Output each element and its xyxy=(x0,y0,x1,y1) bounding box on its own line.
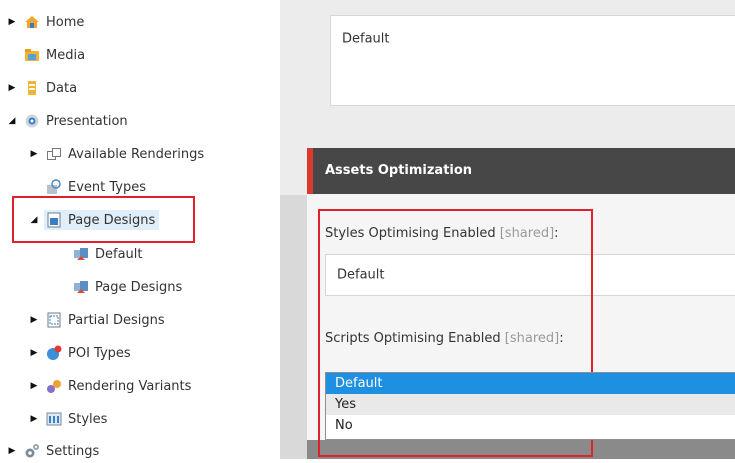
section-header-assets-optimization[interactable]: Assets Optimization xyxy=(307,148,735,194)
media-folder-icon xyxy=(24,47,40,63)
styles-icon xyxy=(46,411,62,427)
tree-item-label: Data xyxy=(46,80,78,96)
panel-gutter xyxy=(280,195,307,459)
selected-tree-item[interactable]: Page Designs xyxy=(44,210,160,230)
expand-arrow-icon[interactable]: ▶ xyxy=(6,17,18,27)
tree-item-rendering-variants[interactable]: ▶ Rendering Variants xyxy=(28,375,192,397)
scripts-optimising-label: Scripts Optimising Enabled [shared]: xyxy=(325,331,564,346)
tree-item-home[interactable]: ▶ Home xyxy=(6,11,85,33)
styles-optimising-select[interactable]: Default xyxy=(325,254,735,296)
styles-optimising-label: Styles Optimising Enabled [shared]: xyxy=(325,226,559,241)
tree-item-default[interactable]: ▶ Default xyxy=(55,243,143,265)
settings-gear-icon xyxy=(24,443,40,459)
tree-item-label: Rendering Variants xyxy=(68,378,192,394)
tree-item-page-designs[interactable]: ◢ Page Designs xyxy=(28,209,160,231)
expand-arrow-icon[interactable]: ▶ xyxy=(28,149,40,159)
tree-item-label: Page Designs xyxy=(68,212,156,228)
section-title: Assets Optimization xyxy=(325,163,473,178)
collapse-arrow-icon[interactable]: ◢ xyxy=(28,215,40,225)
expand-arrow-icon[interactable]: ▶ xyxy=(28,348,40,358)
top-field-value: Default xyxy=(342,31,390,47)
expand-arrow-icon[interactable]: ▶ xyxy=(28,315,40,325)
tree-item-label: Partial Designs xyxy=(68,312,165,328)
tree-item-label: Default xyxy=(95,246,143,262)
rendering-variants-icon xyxy=(46,378,62,394)
content-tree: ▶ Home ▶ Media ▶ Data ◢ Presentation ▶ A… xyxy=(0,0,280,459)
next-section-header xyxy=(307,440,735,459)
collapse-arrow-icon[interactable]: ◢ xyxy=(6,116,18,126)
tree-item-label: POI Types xyxy=(68,345,131,361)
event-types-icon xyxy=(46,179,62,195)
shared-tag: [shared] xyxy=(504,331,560,346)
page-design-icon xyxy=(46,212,62,228)
expand-arrow-icon[interactable]: ▶ xyxy=(28,414,40,424)
shared-tag: [shared] xyxy=(499,226,555,241)
tree-item-label: Home xyxy=(46,14,85,30)
page-design-item-icon xyxy=(73,246,89,262)
tree-item-label: Styles xyxy=(68,411,108,427)
top-field-select[interactable]: Default xyxy=(330,15,735,63)
tree-item-label: Settings xyxy=(46,443,100,459)
tree-item-label: Available Renderings xyxy=(68,146,205,162)
tree-item-label: Event Types xyxy=(68,179,147,195)
partial-design-icon xyxy=(46,312,62,328)
presentation-eye-icon xyxy=(24,113,40,129)
styles-optimising-value: Default xyxy=(337,267,385,283)
tree-item-media[interactable]: ▶ Media xyxy=(6,44,85,66)
tree-item-label: Presentation xyxy=(46,113,128,129)
option-default[interactable]: Default xyxy=(326,373,735,394)
scripts-optimising-listbox[interactable]: Default Yes No xyxy=(325,372,735,440)
renderings-icon xyxy=(46,146,62,162)
top-field-empty[interactable] xyxy=(330,62,735,106)
expand-arrow-icon[interactable]: ▶ xyxy=(6,446,18,456)
tree-item-page-designs-child[interactable]: ▶ Page Designs xyxy=(55,276,182,298)
expand-arrow-icon[interactable]: ▶ xyxy=(6,83,18,93)
tree-item-label: Media xyxy=(46,47,86,63)
home-icon xyxy=(24,14,40,30)
page-design-item-icon xyxy=(73,279,89,295)
poi-types-icon xyxy=(46,345,62,361)
tree-item-data[interactable]: ▶ Data xyxy=(6,77,78,99)
tree-item-presentation[interactable]: ◢ Presentation xyxy=(6,110,128,132)
expand-arrow-icon[interactable]: ▶ xyxy=(28,381,40,391)
tree-item-styles[interactable]: ▶ Styles xyxy=(28,408,108,430)
tree-item-partial-designs[interactable]: ▶ Partial Designs xyxy=(28,309,165,331)
tree-item-label: Page Designs xyxy=(95,279,183,295)
option-yes[interactable]: Yes xyxy=(326,394,735,415)
tree-item-event-types[interactable]: ▶ Event Types xyxy=(28,176,146,198)
option-no[interactable]: No xyxy=(326,415,735,436)
section-accent-bar xyxy=(307,148,313,194)
tree-item-available-renderings[interactable]: ▶ Available Renderings xyxy=(28,143,205,165)
data-icon xyxy=(24,80,40,96)
tree-item-poi-types[interactable]: ▶ POI Types xyxy=(28,342,131,364)
